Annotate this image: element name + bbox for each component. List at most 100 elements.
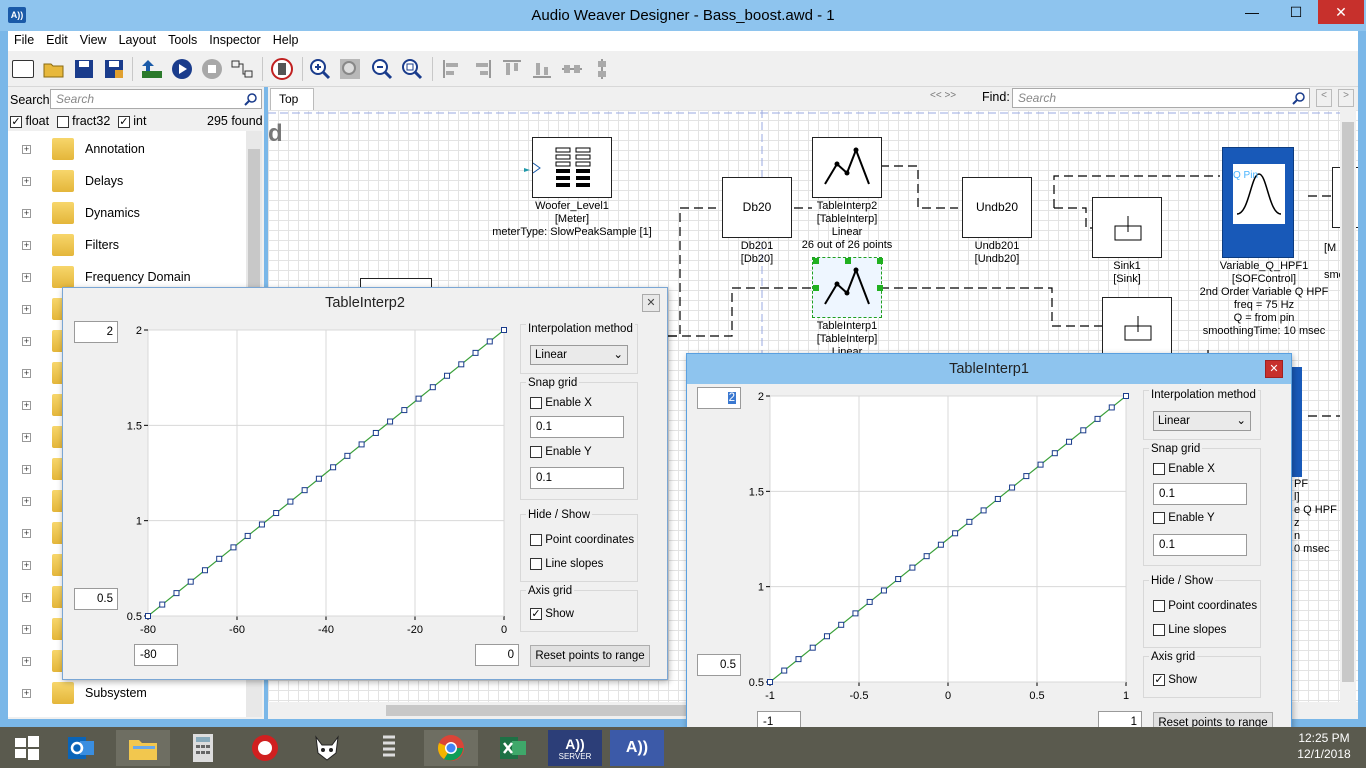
enable-x-checkbox[interactable] [1153,463,1165,475]
find-prev-button[interactable]: < [1316,89,1332,107]
mascot-icon[interactable] [300,730,354,766]
distribute-h-icon[interactable] [560,57,584,81]
canvas-vscroll[interactable] [1340,110,1356,702]
menu-layout[interactable]: Layout [113,31,163,49]
tableinterp2-block[interactable] [812,137,882,198]
search-icon[interactable] [244,92,258,109]
interp-method-select[interactable]: Linear ⌄ [1153,411,1251,431]
nav-arrows[interactable]: << >> [930,90,972,106]
enable-x-checkbox[interactable] [530,397,542,409]
align-top-icon[interactable] [500,57,524,81]
expand-icon[interactable]: + [22,273,31,282]
outlook-icon[interactable] [54,730,108,766]
tree-item-annotation[interactable]: + Annotation [8,133,248,165]
reset-points-button[interactable]: Reset points to range [530,645,650,667]
find-next-button[interactable]: > [1338,89,1354,107]
undb20-block[interactable]: Undb20 [962,177,1032,238]
distribute-v-icon[interactable] [590,57,614,81]
interp-method-select[interactable]: Linear ⌄ [530,345,628,365]
line-slopes-checkbox[interactable] [1153,624,1165,636]
save-as-icon[interactable] [102,57,126,81]
enable-y-checkbox[interactable] [530,446,542,458]
app-spring-icon[interactable] [362,730,416,766]
maximize-button[interactable]: ☐ [1274,0,1318,24]
tree-item-delays[interactable]: + Delays [8,165,248,197]
ymax-input[interactable]: 2 [697,387,741,409]
expand-icon[interactable]: + [22,145,31,154]
tableinterp1-block[interactable] [812,257,883,318]
fract32-checkbox[interactable] [56,115,69,128]
open-folder-icon[interactable] [42,57,66,81]
chrome-icon[interactable] [424,730,478,766]
table-plot[interactable]: -80 -60 -40 -20 0 0.5 1 1.5 2 [123,322,523,642]
profile-icon[interactable] [270,57,294,81]
dialog-close-button[interactable]: ✕ [1265,360,1283,378]
run-icon[interactable] [170,57,194,81]
save-icon[interactable] [72,57,96,81]
excel-icon[interactable] [486,730,540,766]
clock[interactable]: 12:25 PM 12/1/2018 [1288,730,1360,762]
close-window-button[interactable]: ✕ [1318,0,1364,24]
y-tick-label: 1 [758,582,764,594]
align-bottom-icon[interactable] [530,57,554,81]
layout-graph-icon[interactable] [230,57,254,81]
aw-designer-icon[interactable]: A)) [610,730,664,766]
app-c-icon[interactable] [238,730,292,766]
find-input[interactable]: Search [1012,88,1310,108]
sink2-block[interactable] [1102,297,1172,358]
zoom-out-icon[interactable] [370,57,394,81]
aw-server-icon[interactable]: A)) SERVER [548,730,602,766]
expand-icon[interactable]: + [22,241,31,250]
calculator-icon[interactable] [176,730,230,766]
snap-y-input[interactable]: 0.1 [530,467,624,489]
align-left-icon[interactable] [440,57,464,81]
dialog-close-button[interactable]: ✕ [642,294,660,312]
table-plot[interactable]: -1 -0.5 0 0.5 1 0.5 1 1.5 2 [745,388,1145,708]
menu-file[interactable]: File [8,31,40,49]
stop-icon[interactable] [200,57,224,81]
tree-item-filters[interactable]: + Filters [8,229,248,261]
ymax-input[interactable]: 2 [74,321,118,343]
snap-x-input[interactable]: 0.1 [1153,483,1247,505]
module-search-input[interactable]: Search [50,89,262,109]
windows-start-icon[interactable] [0,730,54,766]
tree-item-dynamics[interactable]: + Dynamics [8,197,248,229]
ymin-input[interactable]: 0.5 [697,654,741,676]
expand-icon[interactable]: + [22,689,31,698]
enable-y-checkbox[interactable] [1153,512,1165,524]
expand-icon[interactable]: + [22,209,31,218]
menu-view[interactable]: View [74,31,113,49]
point-coords-checkbox[interactable] [1153,600,1165,612]
find-search-icon[interactable] [1292,91,1306,108]
minimize-button[interactable]: — [1230,0,1274,24]
enable-x-label: Enable X [1168,463,1215,476]
tab-top[interactable]: Top [270,88,314,110]
new-layout-icon[interactable] [12,60,34,78]
float-checkbox[interactable]: ✓ [10,115,22,128]
xmax-input[interactable]: 0 [475,644,519,666]
variable-q-hpf-block[interactable]: Q Pin [1222,147,1294,258]
zoom-reset-icon[interactable] [400,57,424,81]
axis-grid-show-checkbox[interactable]: ✓ [530,608,542,620]
int-checkbox[interactable]: ✓ [117,115,130,128]
ymin-input[interactable]: 0.5 [74,588,118,610]
menu-tools[interactable]: Tools [162,31,203,49]
snap-x-input[interactable]: 0.1 [530,416,624,438]
menu-help[interactable]: Help [267,31,305,49]
tree-item-subsystem[interactable]: + Subsystem [8,677,248,709]
axis-grid-show-checkbox[interactable]: ✓ [1153,674,1165,686]
zoom-fit-icon[interactable] [338,57,362,81]
expand-icon[interactable]: + [22,177,31,186]
xmin-input[interactable]: -80 [134,644,178,666]
point-coords-checkbox[interactable] [530,534,542,546]
woofer-level-meter-block[interactable] [532,137,612,198]
menu-inspector[interactable]: Inspector [203,31,266,49]
align-right-icon[interactable] [470,57,494,81]
sink1-block[interactable] [1092,197,1162,258]
file-explorer-icon[interactable] [116,730,170,766]
menu-edit[interactable]: Edit [40,31,74,49]
snap-y-input[interactable]: 0.1 [1153,534,1247,556]
zoom-in-icon[interactable] [308,57,332,81]
build-icon[interactable] [140,57,164,81]
line-slopes-checkbox[interactable] [530,558,542,570]
